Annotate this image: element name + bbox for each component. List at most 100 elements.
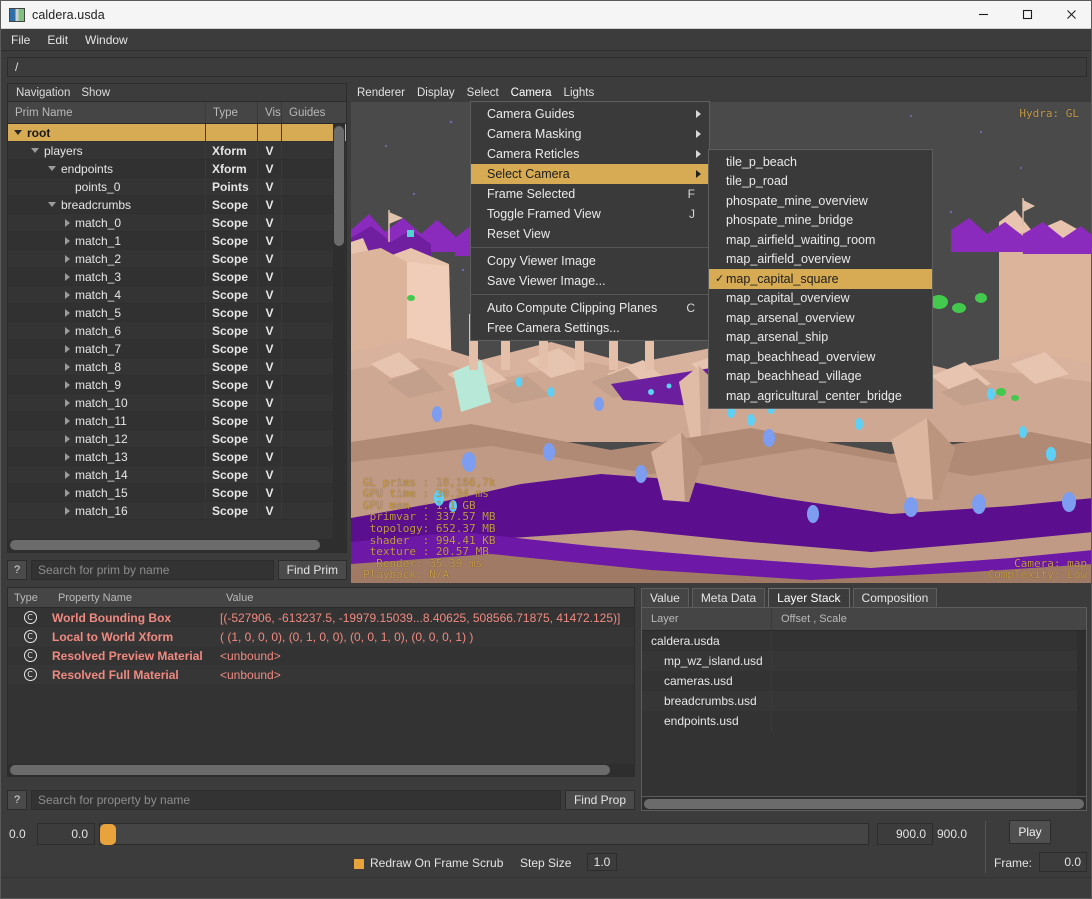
redraw-on-frame-scrub-checkbox[interactable]	[354, 859, 364, 869]
prim-vis-cell[interactable]: V	[258, 484, 282, 501]
chevron-down-icon[interactable]	[48, 202, 56, 207]
camera-menu-item[interactable]: Copy Viewer Image	[471, 251, 709, 271]
camera-menu-item[interactable]: Auto Compute Clipping Planes C	[471, 298, 709, 318]
chevron-right-icon[interactable]	[65, 434, 70, 443]
property-row[interactable]: C World Bounding Box [(-527906, -613237.5,…	[8, 608, 634, 627]
camera-menu-item[interactable]: Free Camera Settings...	[471, 318, 709, 338]
layer-row[interactable]: endpoints.usd	[642, 711, 1086, 731]
prim-row[interactable]: match_14 Scope V	[8, 466, 346, 484]
prim-row[interactable]: match_10 Scope V	[8, 394, 346, 412]
prim-row[interactable]: match_2 Scope V	[8, 250, 346, 268]
tab-value[interactable]: Value	[641, 588, 689, 607]
viewport-menu-lights[interactable]: Lights	[564, 87, 595, 99]
prim-row[interactable]: match_6 Scope V	[8, 322, 346, 340]
menu-navigation[interactable]: Navigation	[16, 87, 70, 99]
prim-vis-cell[interactable]: V	[258, 196, 282, 213]
viewport-menu-renderer[interactable]: Renderer	[357, 87, 405, 99]
prim-vis-cell[interactable]: V	[258, 340, 282, 357]
property-horizontal-scroll-thumb[interactable]	[10, 765, 610, 775]
prim-row[interactable]: match_0 Scope V	[8, 214, 346, 232]
layer-row[interactable]: cameras.usd	[642, 671, 1086, 691]
minimize-icon[interactable]	[961, 1, 1005, 29]
step-size-input[interactable]: 1.0	[587, 853, 617, 871]
chevron-right-icon[interactable]	[65, 326, 70, 335]
chevron-right-icon[interactable]	[65, 470, 70, 479]
layer-row[interactable]: breadcrumbs.usd	[642, 691, 1086, 711]
prim-vis-cell[interactable]: V	[258, 250, 282, 267]
prim-path-field[interactable]: /	[7, 57, 1087, 77]
property-horizontal-scrollbar[interactable]	[8, 764, 634, 776]
camera-option-item[interactable]: tile_p_beach	[709, 152, 932, 172]
tab-composition[interactable]: Composition	[852, 588, 938, 607]
layer-horizontal-scrollbar[interactable]	[641, 797, 1087, 811]
camera-menu-item[interactable]: Camera Guides	[471, 104, 709, 124]
layer-vertical-scrollbar[interactable]	[1077, 631, 1086, 796]
chevron-right-icon[interactable]	[65, 290, 70, 299]
camera-option-item[interactable]: map_airfield_overview	[709, 250, 932, 270]
camera-option-item[interactable]: map_beachhead_overview	[709, 347, 932, 367]
timeline-slider-handle[interactable]	[100, 824, 116, 845]
prim-vertical-scroll-thumb[interactable]	[334, 126, 344, 246]
prim-row[interactable]: match_16 Scope V	[8, 502, 346, 520]
chevron-right-icon[interactable]	[65, 272, 70, 281]
menu-edit[interactable]: Edit	[45, 32, 70, 48]
prim-row[interactable]: match_3 Scope V	[8, 268, 346, 286]
property-row[interactable]: C Resolved Preview Material <unbound>	[8, 646, 634, 665]
prim-row[interactable]: endpoints Xform V	[8, 160, 346, 178]
viewport-menu-camera[interactable]: Camera	[511, 87, 552, 99]
prim-row[interactable]: match_9 Scope V	[8, 376, 346, 394]
property-row[interactable]: C Local to World Xform ( (1, 0, 0, 0), (0,…	[8, 627, 634, 646]
camera-option-item[interactable]: map_arsenal_overview	[709, 308, 932, 328]
find-prim-button[interactable]: Find Prim	[277, 560, 347, 580]
prim-search-input[interactable]: Search for prim by name	[31, 560, 274, 580]
prim-vis-cell[interactable]: V	[258, 286, 282, 303]
prim-row[interactable]: match_13 Scope V	[8, 448, 346, 466]
prim-vis-cell[interactable]: V	[258, 466, 282, 483]
camera-menu-item[interactable]: Reset View	[471, 224, 709, 244]
prim-vis-cell[interactable]: V	[258, 214, 282, 231]
prim-vis-cell[interactable]: V	[258, 430, 282, 447]
camera-option-item[interactable]: phospate_mine_overview	[709, 191, 932, 211]
prim-row[interactable]: breadcrumbs Scope V	[8, 196, 346, 214]
close-icon[interactable]	[1049, 1, 1091, 29]
prim-vis-cell[interactable]: V	[258, 232, 282, 249]
property-search-input[interactable]: Search for property by name	[31, 790, 561, 810]
camera-option-item[interactable]: map_airfield_waiting_room	[709, 230, 932, 250]
camera-option-item[interactable]: phospate_mine_bridge	[709, 211, 932, 231]
prim-vis-cell[interactable]: V	[258, 160, 282, 177]
timeline-end-input[interactable]: 900.0	[877, 823, 933, 845]
chevron-right-icon[interactable]	[65, 362, 70, 371]
prim-row[interactable]: match_1 Scope V	[8, 232, 346, 250]
tab-layer-stack[interactable]: Layer Stack	[768, 588, 850, 607]
prim-vis-cell[interactable]: V	[258, 358, 282, 375]
camera-menu-item[interactable]: Select Camera	[471, 164, 709, 184]
prim-vis-cell[interactable]: V	[258, 178, 282, 195]
prim-row[interactable]: match_11 Scope V	[8, 412, 346, 430]
prim-row[interactable]: points_0 Points V	[8, 178, 346, 196]
camera-menu-item[interactable]: Toggle Framed View J	[471, 204, 709, 224]
chevron-right-icon[interactable]	[65, 218, 70, 227]
prim-vis-cell[interactable]: V	[258, 394, 282, 411]
camera-option-item[interactable]: map_beachhead_village	[709, 367, 932, 387]
frame-input[interactable]: 0.0	[1039, 852, 1087, 872]
prim-vis-cell[interactable]: V	[258, 304, 282, 321]
menu-file[interactable]: File	[9, 32, 32, 48]
chevron-down-icon[interactable]	[14, 130, 22, 135]
viewport-menu-select[interactable]: Select	[467, 87, 499, 99]
camera-menu-item[interactable]: Camera Reticles	[471, 144, 709, 164]
prim-vis-cell[interactable]: V	[258, 448, 282, 465]
camera-menu-item[interactable]: Frame Selected F	[471, 184, 709, 204]
timeline-slider-track[interactable]	[99, 823, 869, 845]
menu-show[interactable]: Show	[81, 87, 110, 99]
chevron-right-icon[interactable]	[65, 380, 70, 389]
camera-option-item[interactable]: ✓ map_capital_square	[709, 269, 932, 289]
prim-vis-cell[interactable]: V	[258, 268, 282, 285]
chevron-right-icon[interactable]	[65, 236, 70, 245]
chevron-right-icon[interactable]	[65, 488, 70, 497]
prim-row[interactable]: root	[8, 124, 346, 142]
chevron-right-icon[interactable]	[65, 506, 70, 515]
tab-meta-data[interactable]: Meta Data	[691, 588, 766, 607]
chevron-right-icon[interactable]	[65, 254, 70, 263]
layer-row[interactable]: mp_wz_island.usd	[642, 651, 1086, 671]
prim-vis-cell[interactable]: V	[258, 502, 282, 519]
